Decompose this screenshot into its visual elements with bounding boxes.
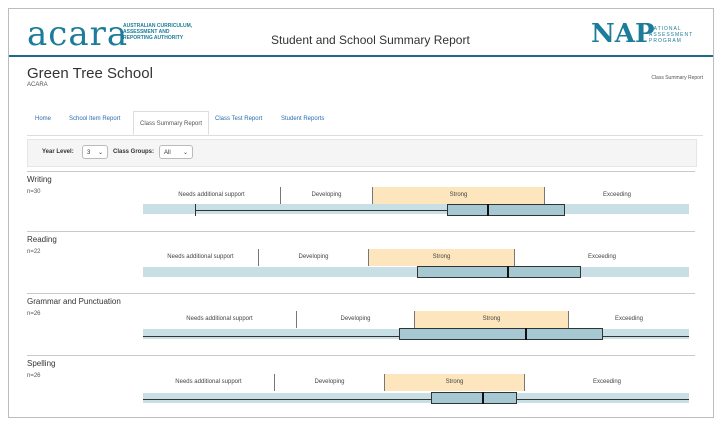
year-level-label: Year Level:	[42, 149, 74, 155]
class-groups-label: Class Groups:	[113, 149, 155, 155]
scale-axis-reading	[143, 267, 689, 277]
chevron-down-icon: ⌄	[182, 150, 188, 156]
median-writing	[487, 204, 489, 216]
band-exceeding: Exceeding	[602, 192, 632, 198]
band-developing: Developing	[297, 311, 415, 328]
class-groups-value: All	[164, 150, 171, 156]
nap-logo-subtitle: NATIONAL ASSESSMENT PROGRAM	[649, 26, 693, 44]
acara-logo-subtitle: AUSTRALIAN CURRICULUM, ASSESSMENT AND RE…	[123, 23, 213, 41]
scale-axis-writing	[143, 204, 689, 214]
class-groups-select[interactable]: All ⌄	[159, 145, 193, 159]
section-title-spelling: Spelling	[27, 359, 56, 368]
band-exceeding: Exceeding	[587, 254, 617, 260]
tab-school-item-report[interactable]: School Item Report	[69, 116, 120, 122]
report-type-label: Class Summary Report	[651, 75, 703, 81]
box-plot-grammar	[399, 328, 603, 340]
section-count-spelling: n=26	[27, 373, 41, 379]
tab-class-summary-report[interactable]: Class Summary Report	[133, 111, 210, 135]
tab-class-test-report[interactable]: Class Test Report	[215, 116, 262, 122]
band-strong: Strong	[373, 187, 545, 204]
whisker-min-writing	[195, 204, 196, 216]
band-needs-support: Needs additional support	[143, 311, 297, 328]
tab-home[interactable]: Home	[35, 116, 51, 122]
band-row-spelling: Needs additional support Developing Stro…	[143, 374, 689, 391]
median-spelling	[482, 392, 484, 404]
band-strong: Strong	[369, 249, 515, 266]
school-code: ACARA	[27, 82, 48, 88]
band-needs-support: Needs additional support	[143, 187, 281, 204]
scale-axis-spelling	[143, 393, 689, 403]
band-developing: Developing	[275, 374, 385, 391]
acara-logo: acara	[27, 14, 129, 54]
band-developing: Developing	[259, 249, 369, 266]
section-divider	[27, 293, 695, 294]
section-divider	[27, 231, 695, 232]
year-level-value: 3	[87, 150, 91, 156]
median-grammar	[525, 328, 527, 340]
band-exceeding: Exceeding	[614, 316, 644, 322]
section-count-reading: n=22	[27, 249, 41, 255]
whisker-line-writing	[195, 210, 455, 211]
box-plot-spelling	[431, 392, 517, 404]
nap-sub-line: PROGRAM	[649, 38, 682, 44]
band-row-writing: Needs additional support Developing Stro…	[143, 187, 689, 204]
tab-student-reports[interactable]: Student Reports	[281, 116, 324, 122]
section-title-writing: Writing	[27, 175, 52, 184]
acara-sub-line: REPORTING AUTHORITY	[123, 35, 184, 41]
section-divider	[27, 355, 695, 356]
page-title: Student and School Summary Report	[271, 33, 470, 47]
band-row-reading: Needs additional support Developing Stro…	[143, 249, 689, 266]
section-title-reading: Reading	[27, 235, 57, 244]
report-tabs: Home School Item Report Class Summary Re…	[27, 111, 703, 136]
band-strong: Strong	[415, 311, 569, 328]
band-row-grammar: Needs additional support Developing Stro…	[143, 311, 689, 328]
band-strong: Strong	[385, 374, 525, 391]
report-header: acara AUSTRALIAN CURRICULUM, ASSESSMENT …	[9, 9, 713, 57]
report-frame: acara AUSTRALIAN CURRICULUM, ASSESSMENT …	[8, 8, 714, 418]
band-needs-support: Needs additional support	[143, 374, 275, 391]
band-developing: Developing	[281, 187, 373, 204]
section-count-grammar: n=26	[27, 311, 41, 317]
section-divider	[27, 171, 695, 172]
whisker-line-spelling	[143, 399, 689, 400]
band-needs-support: Needs additional support	[143, 249, 259, 266]
year-level-select[interactable]: 3 ⌄	[82, 145, 108, 159]
school-name: Green Tree School	[27, 65, 153, 82]
band-exceeding: Exceeding	[592, 379, 622, 385]
section-title-grammar: Grammar and Punctuation	[27, 297, 121, 306]
box-plot-reading	[417, 266, 581, 278]
section-count-writing: n=30	[27, 189, 41, 195]
chevron-down-icon: ⌄	[97, 150, 103, 156]
box-plot-writing	[447, 204, 565, 216]
filter-bar: Year Level: 3 ⌄ Class Groups: All ⌄	[27, 139, 697, 167]
median-reading	[507, 266, 509, 278]
nap-logo: NAP	[591, 19, 655, 49]
